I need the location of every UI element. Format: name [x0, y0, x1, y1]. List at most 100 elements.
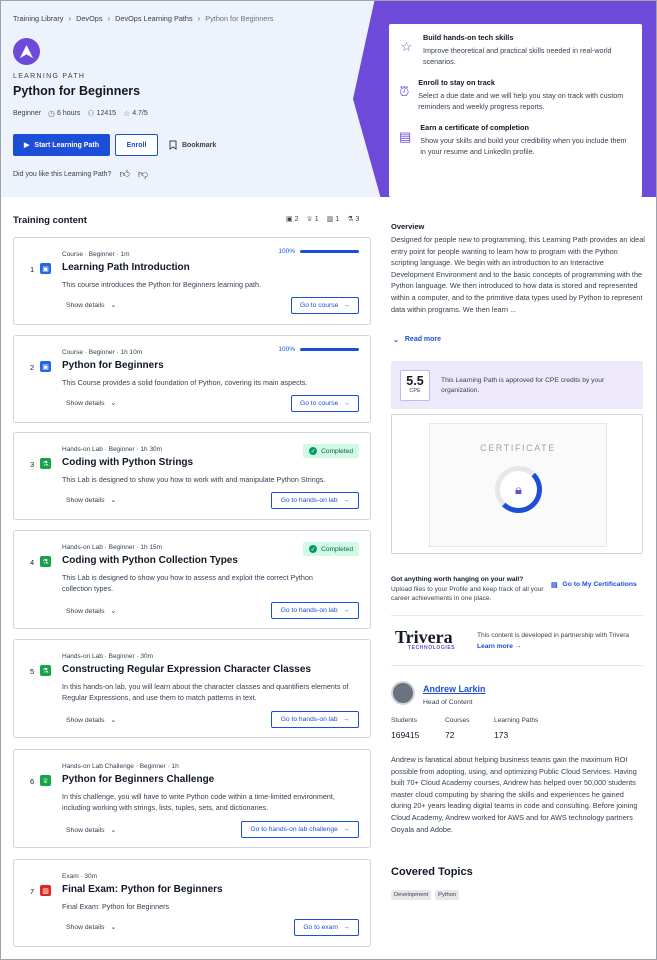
benefit-title: Enroll to stay on track	[418, 78, 495, 87]
go-button-label: Go to hands-on lab	[280, 716, 338, 723]
author-stat-learning-paths: Learning Paths 173	[494, 717, 538, 740]
item-description: In this hands-on lab, you will learn abo…	[62, 682, 349, 702]
arrow-right-icon: →	[342, 716, 350, 723]
chevron-down-icon: ⌄	[110, 302, 117, 309]
training-content-heading: Training content	[13, 215, 87, 226]
benefit-item: ☆ Build hands-on tech skills Improve theo…	[399, 33, 632, 67]
stat-value: 169415	[391, 730, 420, 740]
show-details-label: Show details	[66, 607, 105, 615]
certifications-promo: Got anything worth hanging on your wall?…	[391, 575, 546, 604]
show-details-toggle[interactable]: Show details ⌄	[66, 923, 117, 932]
benefits-panel: ☆ Build hands-on tech skills Improve theo…	[389, 24, 642, 197]
training-item: Course · Beginner · 1m 100% 1 ▣ Learning…	[13, 237, 371, 325]
item-description: This Lab is designed to show you how to …	[62, 475, 326, 484]
show-details-toggle[interactable]: Show details ⌄	[66, 399, 116, 408]
thumbs-down-icon[interactable]: 👎︎	[138, 168, 148, 180]
lab-icon: ⚗	[40, 556, 51, 567]
benefit-desc: Show your skills and build your credibil…	[420, 136, 627, 156]
trophy-icon: ♕	[306, 216, 313, 223]
item-title[interactable]: Coding with Python Collection Types	[62, 555, 238, 566]
show-details-toggle[interactable]: Show details ⌄	[66, 607, 117, 616]
item-type: Exam · 30m	[62, 873, 98, 880]
benefit-title: Earn a certificate of completion	[420, 123, 529, 132]
go-to-hands-on-lab-button[interactable]: Go to hands-on lab →	[271, 492, 359, 509]
partner-info: This content is developed in partnership…	[477, 630, 647, 652]
alarm-icon: ⏰︎	[399, 84, 410, 99]
arrow-right-icon: →	[342, 497, 350, 504]
chevron-right-icon: ›	[68, 14, 72, 23]
certifications-promo-title: Got anything worth hanging on your wall?	[391, 576, 524, 583]
stat-value: 173	[494, 730, 509, 740]
cpe-value: 5.5	[406, 374, 424, 388]
read-more-link[interactable]: ⌄ Read more	[393, 336, 441, 344]
item-title[interactable]: Constructing Regular Expression Characte…	[62, 664, 311, 675]
show-details-toggle[interactable]: Show details ⌄	[66, 301, 117, 310]
go-to-hands-on-lab-button[interactable]: Go to hands-on lab →	[271, 711, 359, 728]
cpe-text: This Learning Path is approved for CPE c…	[441, 377, 605, 394]
lab-count: ⚗ 3	[347, 215, 359, 223]
chevron-down-icon: ⌄	[110, 608, 117, 615]
item-title[interactable]: Python for Beginners	[62, 360, 164, 371]
show-details-label: Show details	[66, 496, 105, 504]
show-details-label: Show details	[66, 301, 105, 309]
item-type: Hands-on Lab · Beginner · 30m	[62, 653, 154, 660]
course-count: ▣ 2	[286, 215, 298, 223]
item-number: 1	[30, 265, 35, 274]
partner-sub: TECHNOLOGIES	[408, 645, 456, 651]
start-learning-path-button[interactable]: ▶ Start Learning Path	[13, 134, 110, 156]
go-to-certifications-link[interactable]: ▤ Go to My Certifications	[551, 581, 637, 589]
show-details-toggle[interactable]: Show details ⌄	[66, 826, 117, 835]
show-details-toggle[interactable]: Show details ⌄	[66, 716, 116, 725]
author-name-link[interactable]: Andrew Larkin	[423, 684, 486, 694]
progress-value: 100%	[278, 346, 295, 353]
benefit-item: ⏰︎ Enroll to stay on track Select a due d…	[399, 78, 632, 112]
go-to-course-button[interactable]: Go to course →	[291, 297, 359, 314]
exam-count: ▥ 1	[327, 215, 339, 223]
go-to-hands-on-lab-challenge-button[interactable]: Go to hands-on lab challenge →	[241, 821, 359, 838]
thumbs-up-icon[interactable]: 👍︎	[119, 168, 129, 180]
read-more-label: Read more	[404, 336, 442, 343]
go-button-label: Go to course	[300, 302, 339, 309]
divider	[391, 615, 643, 616]
author-stat-students: Students 169415	[391, 717, 419, 740]
stat-label: Learning Paths	[494, 717, 539, 724]
certificate-icon: ▤	[551, 582, 558, 589]
item-title[interactable]: Coding with Python Strings	[62, 457, 193, 468]
item-description: This course introduces the Python for Be…	[62, 280, 261, 289]
arrow-right-icon: →	[343, 400, 350, 407]
chevron-down-icon: ⌄	[110, 827, 117, 834]
progress-indicator: 100%	[278, 346, 359, 353]
avatar	[391, 681, 415, 705]
enroll-button[interactable]: Enroll	[115, 134, 158, 156]
status-label: Completed	[321, 545, 353, 553]
breadcrumb-training-library[interactable]: Training Library	[13, 14, 63, 23]
play-icon: ▶	[24, 142, 30, 149]
bookmark-icon	[169, 140, 177, 150]
item-number: 4	[30, 558, 35, 567]
show-details-toggle[interactable]: Show details ⌄	[66, 496, 116, 505]
go-to-course-button[interactable]: Go to course →	[291, 395, 359, 412]
breadcrumb-devops[interactable]: DevOps	[76, 14, 102, 23]
lab-icon: ⚗	[40, 665, 51, 676]
topic-tag[interactable]: Python	[435, 890, 460, 900]
breadcrumb-devops-learning-paths[interactable]: DevOps Learning Paths	[115, 14, 192, 23]
eyebrow-label: LEARNING PATH	[13, 73, 86, 80]
learn-more-link[interactable]: Learn more →	[477, 643, 521, 650]
page-title: Python for Beginners	[13, 84, 141, 98]
go-to-exam-button[interactable]: Go to exam →	[294, 919, 359, 936]
item-type: Hands-on Lab Challenge · Beginner · 1h	[62, 763, 179, 770]
lab-count-value: 3	[355, 216, 360, 223]
item-title[interactable]: Learning Path Introduction	[62, 262, 190, 273]
breadcrumb: Training Library › DevOps › DevOps Learn…	[13, 14, 273, 23]
training-item: Hands-on Lab · Beginner · 1h 15m ✓ Comple…	[13, 530, 371, 629]
lab-icon: ⚗	[40, 458, 51, 469]
go-to-hands-on-lab-button[interactable]: Go to hands-on lab →	[271, 602, 359, 619]
topic-tag[interactable]: Development	[391, 890, 432, 900]
chevron-right-icon: ›	[107, 14, 111, 23]
go-button-label: Go to hands-on lab	[280, 607, 338, 614]
item-title[interactable]: Final Exam: Python for Beginners	[62, 884, 223, 895]
item-title[interactable]: Python for Beginners Challenge	[62, 774, 214, 785]
arrow-right-icon: →	[342, 924, 350, 931]
bookmark-button[interactable]: Bookmark	[169, 140, 216, 150]
chevron-down-icon: ⌄	[110, 924, 117, 931]
